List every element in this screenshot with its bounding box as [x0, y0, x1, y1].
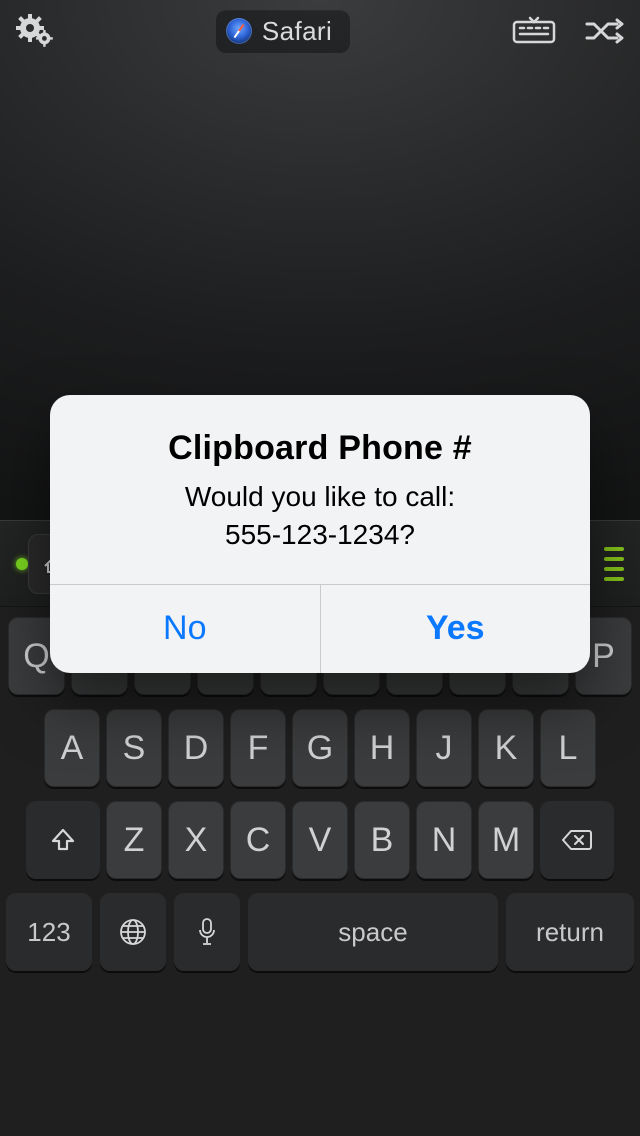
key-l[interactable]: L	[540, 709, 596, 787]
key-space[interactable]: space	[248, 893, 498, 971]
key-n[interactable]: N	[416, 801, 472, 879]
key-a[interactable]: A	[44, 709, 100, 787]
key-dictation[interactable]	[174, 893, 240, 971]
status-led-icon	[16, 558, 28, 570]
app-title-chip[interactable]: Safari	[216, 10, 350, 53]
key-f[interactable]: F	[230, 709, 286, 787]
top-bar: Safari	[0, 0, 640, 62]
alert-message-line1: Would you like to call:	[185, 481, 455, 512]
key-j[interactable]: J	[416, 709, 472, 787]
alert-buttons: No Yes	[50, 584, 590, 673]
key-k[interactable]: K	[478, 709, 534, 787]
globe-icon	[118, 917, 148, 947]
key-x[interactable]: X	[168, 801, 224, 879]
shuffle-button[interactable]	[584, 16, 624, 46]
alert-no-button[interactable]: No	[50, 585, 320, 673]
key-g[interactable]: G	[292, 709, 348, 787]
key-c[interactable]: C	[230, 801, 286, 879]
shift-icon	[49, 826, 77, 854]
app-title: Safari	[262, 16, 332, 47]
key-h[interactable]: H	[354, 709, 410, 787]
key-z[interactable]: Z	[106, 801, 162, 879]
key-numbers[interactable]: 123	[6, 893, 92, 971]
keyboard-row-4: 123 space return	[6, 893, 634, 971]
keyboard-hide-icon	[512, 16, 556, 46]
key-shift[interactable]	[26, 801, 100, 879]
settings-button[interactable]	[16, 14, 54, 48]
key-backspace[interactable]	[540, 801, 614, 879]
backspace-icon	[561, 828, 593, 852]
alert-title: Clipboard Phone #	[74, 429, 566, 468]
key-m[interactable]: M	[478, 801, 534, 879]
microphone-icon	[197, 917, 217, 947]
alert-dialog: Clipboard Phone # Would you like to call…	[50, 395, 590, 673]
keyboard-row-2: A S D F G H J K L	[6, 709, 634, 787]
key-b[interactable]: B	[354, 801, 410, 879]
safari-icon	[226, 18, 252, 44]
key-v[interactable]: V	[292, 801, 348, 879]
key-return[interactable]: return	[506, 893, 634, 971]
keyboard-row-3: Z X C V B N M	[6, 801, 634, 879]
key-globe[interactable]	[100, 893, 166, 971]
shuffle-icon	[584, 16, 624, 46]
alert-message: Would you like to call: 555-123-1234?	[74, 478, 566, 554]
hide-keyboard-button[interactable]	[512, 16, 556, 46]
key-s[interactable]: S	[106, 709, 162, 787]
gear-icon	[16, 14, 54, 48]
alert-yes-button[interactable]: Yes	[320, 585, 591, 673]
signal-bars-icon	[604, 547, 624, 581]
key-d[interactable]: D	[168, 709, 224, 787]
alert-message-line2: 555-123-1234?	[225, 519, 415, 550]
